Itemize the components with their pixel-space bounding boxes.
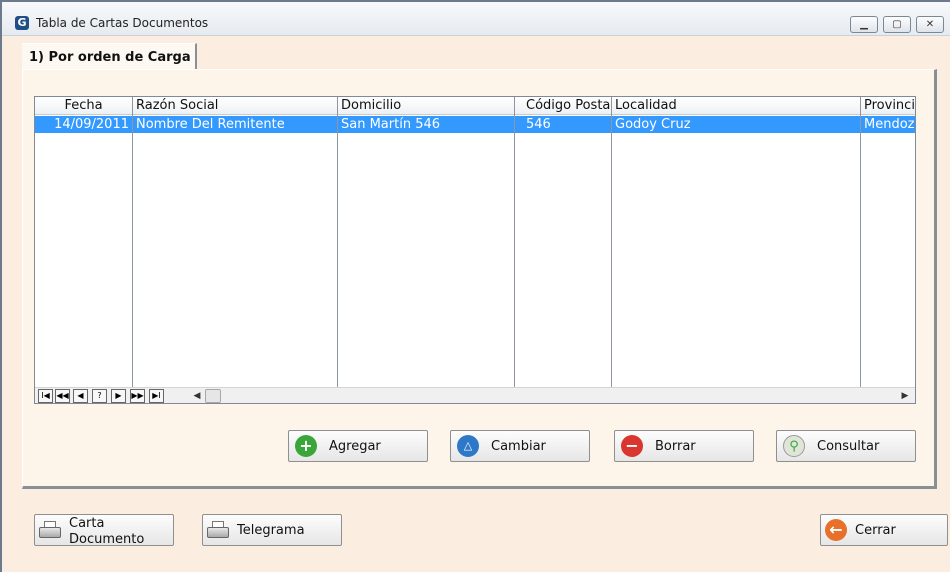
telegram-button-label: Telegrama bbox=[237, 523, 305, 538]
close-window-button[interactable]: ✕ bbox=[916, 16, 944, 33]
column-divider bbox=[514, 97, 515, 387]
tab-por-orden-de-carga[interactable]: 1) Por orden de Carga bbox=[22, 43, 197, 71]
triangle-circle-icon: △ bbox=[457, 435, 479, 457]
magnifier-plus-icon: ⚲ bbox=[783, 435, 805, 457]
column-divider bbox=[860, 97, 861, 387]
title-bar: G Tabla de Cartas Documentos ▁ ▢ ✕ bbox=[2, 2, 950, 36]
column-header-localidad[interactable]: Localidad bbox=[611, 97, 860, 115]
arrow-left-circle-icon: ← bbox=[825, 519, 847, 541]
cell-provincia[interactable]: Mendoz bbox=[860, 116, 915, 133]
previous-page-button[interactable]: ◀◀ bbox=[55, 389, 70, 403]
printer-icon bbox=[206, 521, 230, 541]
delete-button-label: Borrar bbox=[655, 439, 696, 454]
view-button[interactable]: ⚲ Consultar bbox=[776, 430, 916, 462]
add-button[interactable]: + Agregar bbox=[288, 430, 428, 462]
column-header-domicilio[interactable]: Domicilio bbox=[337, 97, 514, 115]
close-button-label: Cerrar bbox=[855, 523, 896, 538]
add-button-label: Agregar bbox=[329, 439, 381, 454]
column-header-provincia[interactable]: Provinci bbox=[860, 97, 915, 115]
plus-circle-icon: + bbox=[295, 435, 317, 457]
column-header-razon-social[interactable]: Razón Social bbox=[132, 97, 337, 115]
scroll-right-icon[interactable]: ▶ bbox=[898, 389, 912, 403]
change-button-label: Cambiar bbox=[491, 439, 546, 454]
carta-documento-label: Carta Documento bbox=[69, 516, 144, 548]
last-record-button[interactable]: ▶I bbox=[149, 389, 164, 403]
cell-codigo-postal[interactable]: 546 bbox=[522, 116, 611, 133]
column-header-fecha[interactable]: Fecha bbox=[35, 97, 132, 115]
grid-navigation-bar: I◀ ◀◀ ◀ ? ▶ ▶▶ ▶I ◀ ▶ bbox=[35, 387, 915, 403]
column-divider bbox=[611, 97, 612, 387]
cell-razon-social[interactable]: Nombre Del Remitente bbox=[132, 116, 337, 133]
column-divider bbox=[337, 97, 338, 387]
cell-domicilio[interactable]: San Martín 546 bbox=[337, 116, 514, 133]
records-grid[interactable]: Fecha Razón Social Domicilio Código Post… bbox=[34, 96, 916, 404]
carta-documento-button[interactable]: Carta Documento bbox=[34, 514, 174, 548]
next-record-button[interactable]: ▶ bbox=[111, 389, 126, 403]
column-divider bbox=[132, 97, 133, 387]
minimize-button[interactable]: ▁ bbox=[850, 16, 878, 33]
printer-icon bbox=[38, 521, 62, 541]
main-window: G Tabla de Cartas Documentos ▁ ▢ ✕ 1) Po… bbox=[0, 0, 950, 572]
cell-localidad[interactable]: Godoy Cruz bbox=[611, 116, 860, 133]
first-record-button[interactable]: I◀ bbox=[38, 389, 53, 403]
column-header-codigo-postal[interactable]: Código Posta bbox=[522, 97, 611, 115]
close-button[interactable]: ← Cerrar bbox=[820, 514, 948, 546]
previous-record-button[interactable]: ◀ bbox=[73, 389, 88, 403]
cell-fecha[interactable]: 14/09/2011 bbox=[35, 116, 132, 133]
carta-line-2: Documento bbox=[69, 532, 145, 547]
window-title: Tabla de Cartas Documentos bbox=[36, 16, 209, 30]
change-button[interactable]: △ Cambiar bbox=[450, 430, 590, 462]
grid-header: Fecha Razón Social Domicilio Código Post… bbox=[35, 97, 915, 115]
scroll-left-icon[interactable]: ◀ bbox=[190, 389, 204, 403]
delete-button[interactable]: − Borrar bbox=[614, 430, 754, 462]
maximize-button[interactable]: ▢ bbox=[883, 16, 911, 33]
search-record-button[interactable]: ? bbox=[92, 389, 107, 403]
telegram-button[interactable]: Telegrama bbox=[202, 514, 342, 546]
minus-circle-icon: − bbox=[621, 435, 643, 457]
app-icon: G bbox=[15, 16, 29, 30]
carta-line-1: Carta bbox=[69, 516, 105, 531]
horizontal-scrollbar-thumb[interactable] bbox=[205, 389, 221, 403]
next-page-button[interactable]: ▶▶ bbox=[130, 389, 145, 403]
view-button-label: Consultar bbox=[817, 439, 880, 454]
